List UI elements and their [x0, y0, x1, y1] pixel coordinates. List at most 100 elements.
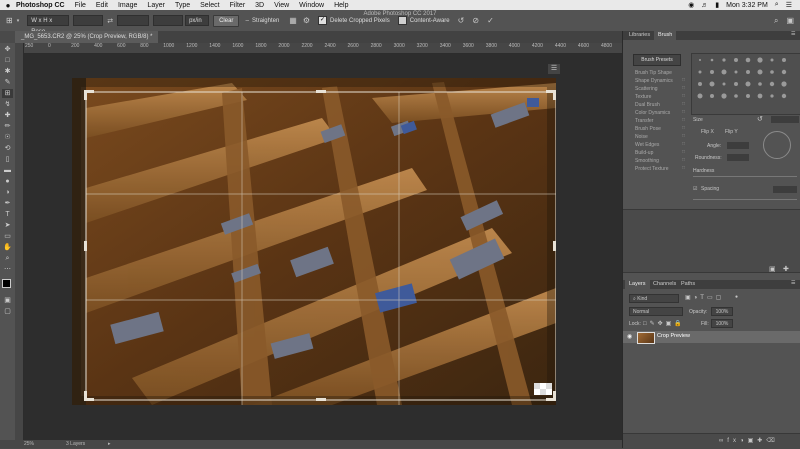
tab-libraries[interactable]: Libraries: [625, 31, 654, 40]
blur-icon[interactable]: ●: [2, 177, 13, 186]
quick-select-icon[interactable]: ✎: [2, 78, 13, 87]
angle-roundness-widget[interactable]: [763, 131, 791, 159]
brush-setting-item[interactable]: Protect Texture: [635, 165, 669, 173]
hardness-slider[interactable]: [693, 176, 797, 177]
ratio-select[interactable]: W x H x Reso...: [27, 15, 70, 35]
tab-layers[interactable]: Layers: [625, 280, 650, 289]
brush-tip-grid[interactable]: [691, 53, 800, 115]
menu-edit[interactable]: Edit: [96, 2, 108, 9]
opacity-field[interactable]: 100%: [711, 307, 733, 316]
tool-preset-dropdown-icon[interactable]: ▾: [17, 18, 20, 24]
straighten-icon[interactable]: ⎯: [245, 17, 249, 25]
brush-setting-item[interactable]: Shape Dynamics: [635, 77, 673, 85]
history-brush-icon[interactable]: ⟲: [2, 144, 13, 153]
brush-presets-button[interactable]: Brush Presets: [633, 54, 681, 66]
menu-view[interactable]: View: [274, 2, 289, 9]
layer-name[interactable]: Crop Preview: [657, 333, 690, 339]
menu-select[interactable]: Select: [200, 2, 219, 9]
path-select-icon[interactable]: ➤: [2, 221, 13, 230]
tab-brush[interactable]: Brush: [654, 31, 677, 40]
crop-overlay-options-icon[interactable]: ☰: [548, 64, 560, 74]
spacing-field[interactable]: [773, 186, 797, 193]
lock-icons[interactable]: □✎✥▣🔒: [643, 320, 685, 327]
angle-field[interactable]: [727, 142, 749, 149]
apple-icon[interactable]: ●: [0, 1, 16, 10]
brush-setting-item[interactable]: Color Dynamics: [635, 109, 670, 117]
size-field[interactable]: [771, 116, 799, 123]
height-field[interactable]: [117, 15, 150, 26]
spacing-checkbox[interactable]: ☑: [693, 186, 697, 192]
new-brush-icon[interactable]: ▣: [769, 265, 776, 273]
menu-image[interactable]: Image: [118, 2, 137, 9]
move-tool-icon[interactable]: ✥: [2, 45, 13, 54]
flip-y-checkbox[interactable]: Flip Y: [725, 129, 738, 135]
brush-setting-item[interactable]: Smoothing: [635, 157, 659, 165]
panel-menu-icon[interactable]: ☰: [791, 31, 795, 37]
menu-filter[interactable]: Filter: [230, 2, 246, 9]
layers-panel-menu-icon[interactable]: ☰: [791, 280, 795, 286]
lock-icon[interactable]: □: [682, 133, 685, 139]
notification-icon[interactable]: ☰: [786, 1, 792, 9]
lock-icon[interactable]: □: [682, 141, 685, 147]
lock-icon[interactable]: □: [682, 101, 685, 107]
brush-tool-icon[interactable]: ✏: [2, 122, 13, 131]
brush-setting-item[interactable]: Build-up: [635, 149, 653, 157]
search-icon[interactable]: ⌕: [774, 16, 778, 26]
crop-preview-image[interactable]: [72, 78, 556, 405]
lock-icon[interactable]: □: [682, 109, 685, 115]
fill-field[interactable]: 100%: [711, 319, 733, 328]
flip-x-checkbox[interactable]: Flip X: [701, 129, 714, 135]
lock-icon[interactable]: □: [682, 149, 685, 155]
crop-settings-gear-icon[interactable]: ⚙: [303, 16, 310, 25]
brush-setting-item[interactable]: Scattering: [635, 85, 658, 93]
healing-brush-icon[interactable]: ✚: [2, 111, 13, 120]
brush-setting-item[interactable]: Dual Brush: [635, 101, 660, 109]
battery-icon[interactable]: ▮: [715, 1, 719, 9]
tab-paths[interactable]: Paths: [677, 280, 699, 289]
shape-tool-icon[interactable]: ▭: [2, 232, 13, 241]
layer-filter-icons[interactable]: ▣◑T▭▢: [685, 294, 724, 301]
lock-icon[interactable]: □: [682, 77, 685, 83]
foreground-color-swatch[interactable]: [2, 279, 11, 288]
clock[interactable]: Mon 3:32 PM: [726, 2, 768, 9]
menu-app-name[interactable]: Photoshop CC: [16, 2, 65, 9]
eyedropper-icon[interactable]: ↯: [2, 100, 13, 109]
pen-tool-icon[interactable]: ✒: [2, 199, 13, 208]
dodge-icon[interactable]: ◑: [2, 188, 13, 197]
brush-setting-item[interactable]: Brush Tip Shape: [635, 69, 672, 77]
screen-mode-icon[interactable]: ▢: [2, 307, 13, 316]
units-select[interactable]: px/in: [185, 15, 210, 26]
visibility-eye-icon[interactable]: ◉: [627, 333, 632, 340]
roundness-field[interactable]: [727, 154, 749, 161]
width-field[interactable]: [73, 15, 104, 26]
menu-layer[interactable]: Layer: [147, 2, 165, 9]
gradient-icon[interactable]: ▬: [2, 166, 13, 175]
spotlight-icon[interactable]: ⌕: [775, 1, 779, 9]
menu-type[interactable]: Type: [175, 2, 190, 9]
status-menu-icon[interactable]: ▸: [108, 440, 111, 448]
wifi-icon[interactable]: ◉: [688, 1, 694, 9]
clear-button[interactable]: Clear: [213, 14, 240, 27]
hand-tool-icon[interactable]: ✋: [2, 243, 13, 252]
brush-setting-item[interactable]: Texture: [635, 93, 651, 101]
brush-setting-item[interactable]: Wet Edges: [635, 141, 659, 149]
brush-setting-item[interactable]: Noise: [635, 133, 648, 141]
zoom-tool-icon[interactable]: ⌕: [2, 254, 13, 263]
layer-footer-icons[interactable]: ∞fx◑▣✚⌫: [719, 437, 779, 444]
zoom-level[interactable]: 25%: [24, 440, 34, 448]
more-tools-icon[interactable]: ⋯: [2, 265, 13, 274]
lock-icon[interactable]: □: [682, 125, 685, 131]
document-tab[interactable]: _MG_5653.CR2 @ 25% (Crop Preview, RGB/8)…: [15, 31, 159, 43]
workspace-icon[interactable]: ▣: [786, 16, 794, 25]
create-brush-icon[interactable]: ✚: [783, 265, 789, 273]
menu-3d[interactable]: 3D: [255, 2, 264, 9]
lock-icon[interactable]: □: [682, 165, 685, 171]
brush-setting-item[interactable]: Transfer: [635, 117, 653, 125]
layer-filter-kind[interactable]: ⌕ Kind: [629, 294, 679, 303]
resolution-field[interactable]: [153, 15, 184, 26]
lasso-tool-icon[interactable]: ✱: [2, 67, 13, 76]
brush-setting-item[interactable]: Brush Pose: [635, 125, 661, 133]
clone-stamp-icon[interactable]: ☉: [2, 133, 13, 142]
layer-row[interactable]: ◉ Crop Preview: [623, 331, 800, 344]
type-tool-icon[interactable]: T: [2, 210, 13, 219]
